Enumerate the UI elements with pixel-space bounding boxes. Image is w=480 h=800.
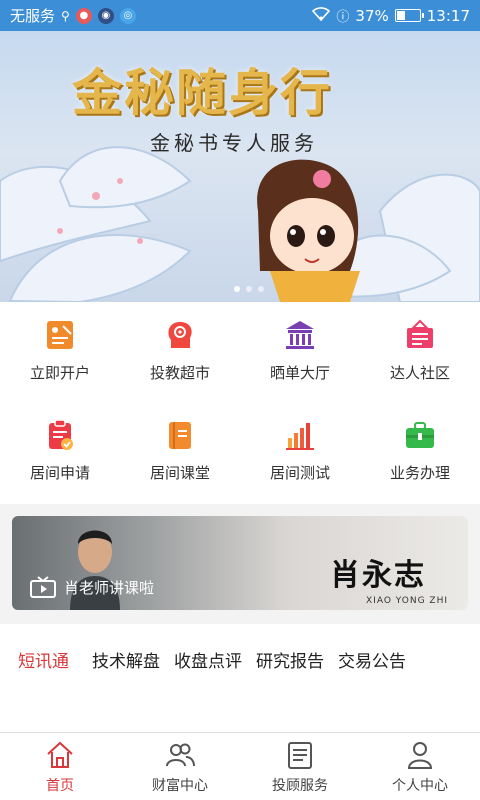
carousel-dot[interactable] (258, 286, 264, 292)
alert-icon: ⓘ (336, 10, 350, 25)
tab-short-news[interactable]: 短讯通 (16, 647, 85, 672)
tab-trading-announcement[interactable]: 交易公告 (331, 647, 413, 672)
tab-technical-analysis[interactable]: 技术解盘 (85, 647, 167, 672)
news-content-area (0, 694, 480, 732)
lecturer-name: 肖永志 (330, 558, 426, 593)
nav-label: 财富中心 (152, 778, 208, 794)
grid-label: 达人社区 (389, 364, 450, 382)
carrier-text: 无服务 (10, 7, 56, 25)
function-grid: 立即开户 投教超市 晒单大厅 达人社区 居间申请 居间课堂 居间测试 业务办理 (0, 302, 480, 504)
tab-closing-review[interactable]: 收盘点评 (167, 647, 249, 672)
banner-subtitle: 金秘书专人服务 (150, 131, 318, 155)
grid-item-open-account[interactable]: 立即开户 (0, 302, 120, 402)
grid-item-investor-education[interactable]: 投教超市 (120, 302, 240, 402)
grid-label: 晒单大厅 (269, 364, 330, 382)
grid-label: 居间申请 (29, 464, 90, 482)
banner-title: 金秘随身行 (72, 63, 332, 122)
nav-advisory-service[interactable]: 投顾服务 (240, 733, 360, 800)
grid-item-community[interactable]: 达人社区 (360, 302, 480, 402)
video-caption: 肖老师讲课啦 (64, 578, 155, 597)
news-tabs: 短讯通 技术解盘 收盘点评 研究报告 交易公告 (0, 624, 480, 694)
grid-label: 投教超市 (149, 364, 210, 382)
briefcase-icon (406, 422, 434, 448)
open-account-icon (47, 321, 73, 349)
status-bar: 无服务 ⚲ ● ◉ ◎ ⓘ 37% 13:17 (0, 0, 480, 31)
community-icon (407, 319, 433, 348)
battery-percent: 37% (355, 6, 389, 25)
application-icon (49, 419, 73, 450)
nav-label: 投顾服务 (272, 778, 328, 794)
lecturer-pinyin: XIAO YONG ZHI (366, 596, 449, 606)
message-notification-icon: ◎ (119, 7, 136, 24)
tv-icon (30, 576, 56, 598)
document-icon (288, 742, 312, 769)
wifi-icon (312, 6, 331, 25)
bottom-navigation: 首页 财富中心 投顾服务 个人中心 (0, 732, 480, 800)
battery-icon (394, 9, 424, 22)
grid-item-classroom[interactable]: 居间课堂 (120, 402, 240, 502)
grid-label: 居间课堂 (149, 464, 210, 482)
nav-home[interactable]: 首页 (0, 733, 120, 800)
nav-personal-center[interactable]: 个人中心 (360, 733, 480, 800)
clock: 13:17 (426, 6, 470, 25)
lecture-video-card[interactable]: 肖老师讲课啦 肖永志 XIAO YONG ZHI (12, 516, 468, 610)
grid-item-application[interactable]: 居间申请 (0, 402, 120, 502)
grid-item-business[interactable]: 业务办理 (360, 402, 480, 502)
person-icon (407, 742, 433, 769)
grid-item-hall[interactable]: 晒单大厅 (240, 302, 360, 402)
classroom-icon (169, 422, 191, 449)
chart-test-icon (286, 423, 314, 450)
grid-item-test[interactable]: 居间测试 (240, 402, 360, 502)
carousel-dots[interactable] (234, 286, 264, 292)
nav-label: 个人中心 (392, 778, 448, 794)
grid-label: 业务办理 (389, 464, 450, 482)
usb-icon: ⚲ (61, 8, 70, 23)
grid-label: 立即开户 (29, 364, 90, 382)
home-icon (47, 741, 73, 768)
carousel-dot[interactable] (234, 286, 240, 292)
grid-label: 居间测试 (269, 464, 330, 482)
nav-wealth-center[interactable]: 财富中心 (120, 733, 240, 800)
promo-banner[interactable]: 金秘随身行 金秘书专人服务 (0, 31, 480, 302)
hall-icon (286, 321, 314, 349)
tab-research-report[interactable]: 研究报告 (249, 647, 331, 672)
carousel-dot[interactable] (246, 286, 252, 292)
browser-notification-icon: ◉ (97, 7, 114, 24)
users-icon (166, 743, 195, 767)
app-notification-icon: ● (75, 7, 92, 24)
investor-education-icon (168, 322, 192, 348)
nav-label: 首页 (46, 778, 74, 794)
